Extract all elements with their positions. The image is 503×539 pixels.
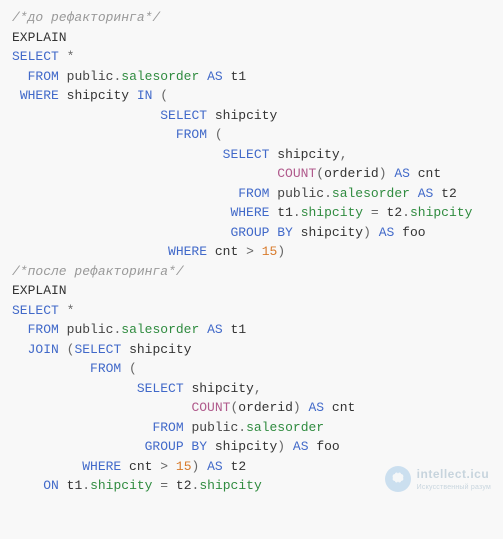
code-line: SELECT * (12, 301, 491, 321)
code-line: WHERE cnt > 15) (12, 242, 491, 262)
code-line: SELECT shipcity, (12, 379, 491, 399)
code-line: COUNT(orderid) AS cnt (12, 398, 491, 418)
code-line: EXPLAIN (12, 281, 491, 301)
code-line: ON t1.shipcity = t2.shipcity (12, 476, 491, 496)
code-line: WHERE t1.shipcity = t2.shipcity (12, 203, 491, 223)
code-line: GROUP BY shipcity) AS foo (12, 437, 491, 457)
code-line: WHERE cnt > 15) AS t2 (12, 457, 491, 477)
code-line: COUNT(orderid) AS cnt (12, 164, 491, 184)
code-line: EXPLAIN (12, 28, 491, 48)
code-line: FROM ( (12, 125, 491, 145)
comment-before: /*до рефакторинга*/ (12, 8, 491, 28)
code-line: FROM public.salesorder AS t1 (12, 320, 491, 340)
code-line: SELECT shipcity, (12, 145, 491, 165)
code-line: WHERE shipcity IN ( (12, 86, 491, 106)
code-block: /*до рефакторинга*/ EXPLAIN SELECT * FRO… (12, 8, 491, 496)
code-line: FROM public.salesorder AS t2 (12, 184, 491, 204)
code-line: SELECT * (12, 47, 491, 67)
code-line: FROM ( (12, 359, 491, 379)
code-line: SELECT shipcity (12, 106, 491, 126)
code-line: GROUP BY shipcity) AS foo (12, 223, 491, 243)
code-line: FROM public.salesorder AS t1 (12, 67, 491, 87)
code-line: JOIN (SELECT shipcity (12, 340, 491, 360)
comment-after: /*после рефакторинга*/ (12, 262, 491, 282)
code-line: FROM public.salesorder (12, 418, 491, 438)
